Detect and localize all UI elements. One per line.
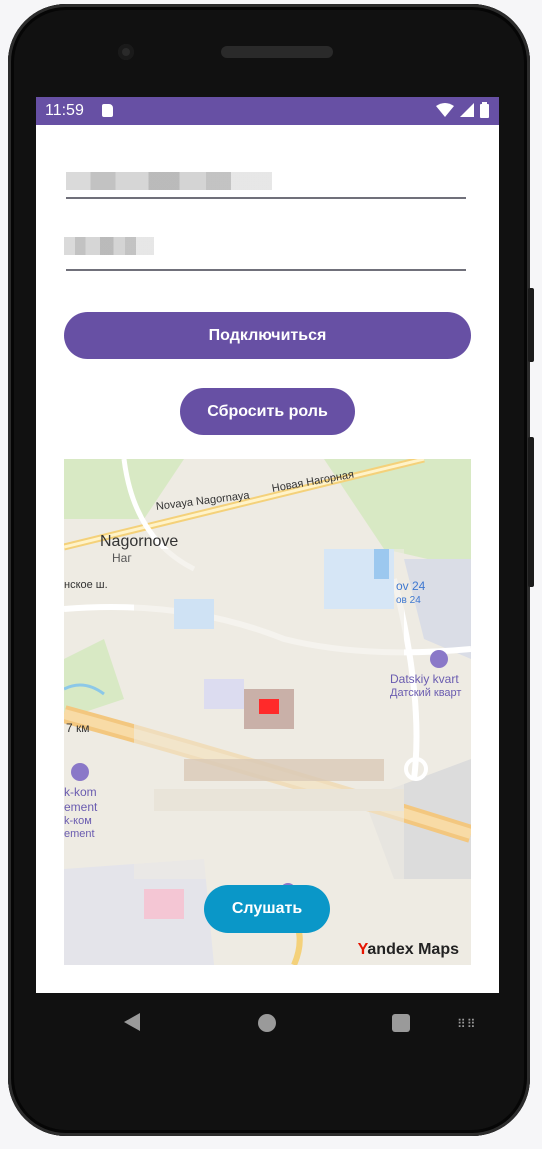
app-screen: 11:59 Подключиться Сбросить роль Nagorno…	[36, 97, 499, 993]
map-label-highway: нское ш.	[64, 579, 108, 591]
listen-button[interactable]: Слушать	[204, 885, 330, 933]
map-label-ov24-en: ov 24	[396, 579, 426, 593]
map-label-komp3: k-ком	[64, 815, 92, 827]
map-label-km: 7 км	[66, 721, 90, 735]
map-label-nagornoye-ru: Наг	[112, 551, 132, 565]
volume-button	[528, 437, 534, 587]
navigation-bar: ⠿⠿	[36, 1005, 499, 1045]
back-icon[interactable]	[124, 1013, 140, 1031]
redacted-text	[66, 172, 272, 190]
status-time: 11:59	[45, 102, 84, 119]
map-label-komp1: k-kom	[64, 785, 97, 799]
signal-icon	[460, 103, 474, 117]
power-button	[528, 288, 534, 362]
map-label-ov24-ru: ов 24	[396, 595, 421, 606]
reset-role-button[interactable]: Сбросить роль	[180, 388, 355, 435]
map-label-komp4: ement	[64, 828, 95, 840]
recent-apps-icon[interactable]	[392, 1014, 410, 1032]
redacted-text	[64, 237, 154, 255]
battery-icon	[480, 102, 489, 118]
yandex-maps-logo: Yandex Maps	[357, 941, 459, 958]
map-view[interactable]: Nagornove Наг Novaya Nagornaya Новая Наг…	[64, 459, 471, 965]
status-bar: 11:59	[36, 97, 499, 125]
home-icon[interactable]	[258, 1014, 276, 1032]
map-label-komp2: ement	[64, 800, 98, 814]
keyboard-icon[interactable]: ⠿⠿	[457, 1017, 477, 1031]
map-label-datskiy-en: Datskiy kvart	[390, 672, 459, 686]
connect-button[interactable]: Подключиться	[64, 312, 471, 359]
map-label-datskiy-ru: Датский кварт	[390, 687, 462, 699]
wifi-icon	[436, 103, 454, 117]
earpiece-speaker	[221, 46, 333, 58]
map-label-nagornoye: Nagornove	[100, 533, 179, 550]
front-camera	[118, 44, 134, 60]
sd-card-icon	[102, 104, 113, 117]
